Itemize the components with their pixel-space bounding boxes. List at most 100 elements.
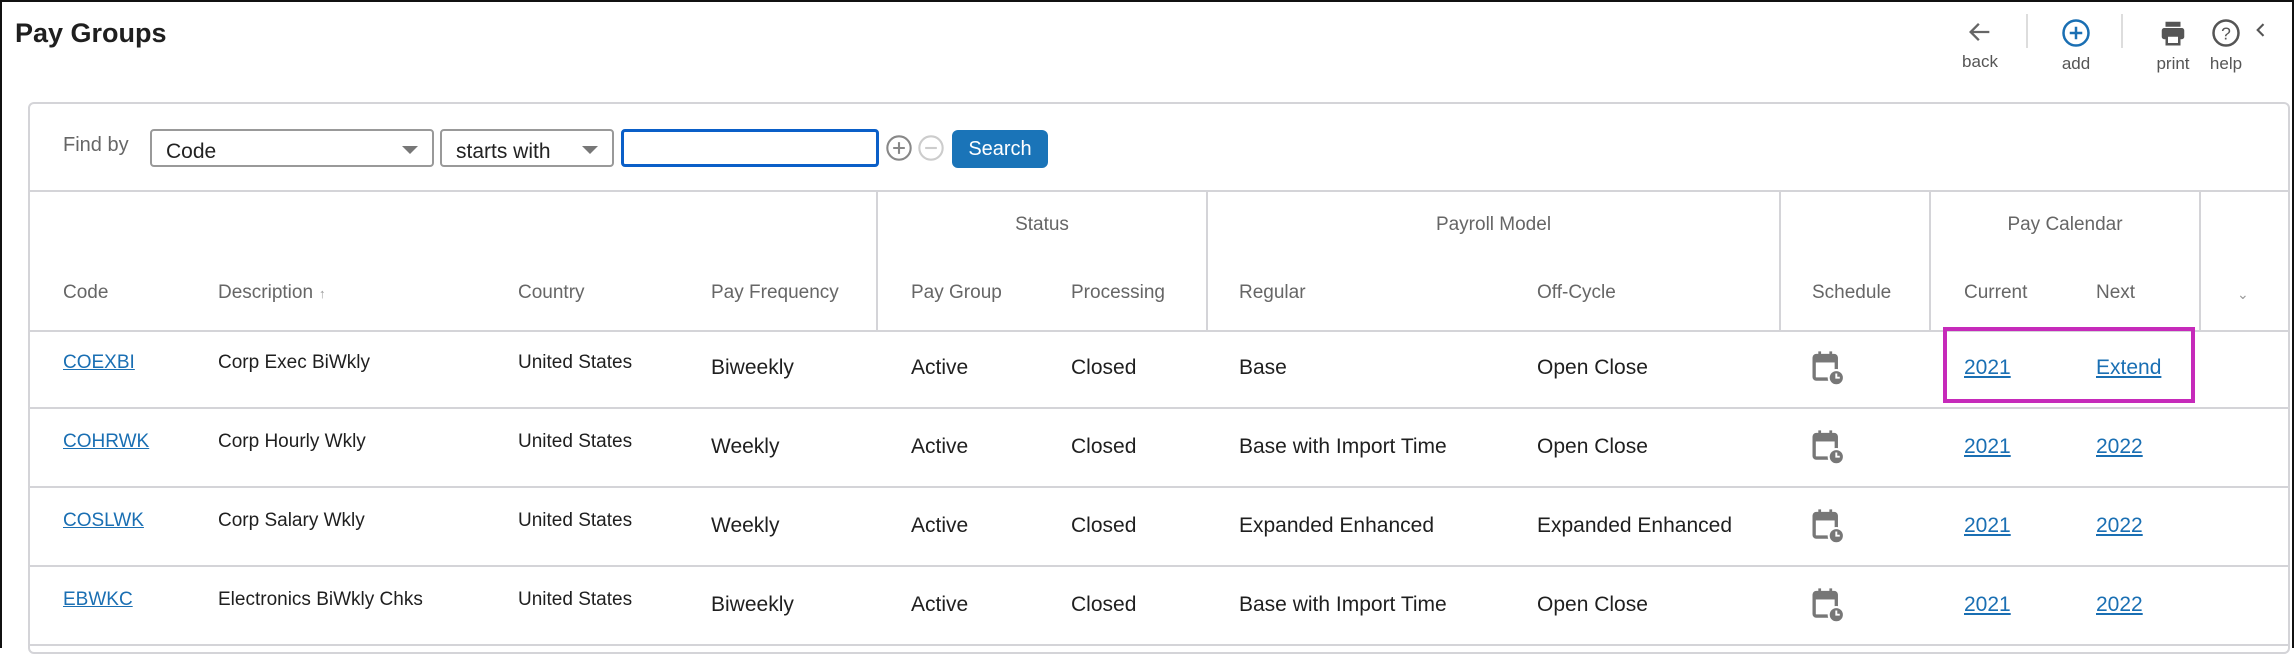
- chevron-left-icon: [2256, 23, 2265, 37]
- pay-group-status-cell: Active: [911, 356, 969, 379]
- search-button[interactable]: Search: [952, 130, 1048, 168]
- print-button[interactable]: print: [2143, 14, 2203, 74]
- sort-ascending-icon: ↑: [319, 286, 326, 301]
- country-cell: United States: [518, 431, 633, 452]
- country-cell: United States: [518, 510, 633, 531]
- regular-model-cell: Base with Import Time: [1239, 593, 1447, 616]
- next-calendar-link[interactable]: 2022: [2096, 514, 2143, 538]
- description-cell: Corp Exec BiWkly: [218, 352, 371, 373]
- current-calendar-link[interactable]: 2021: [1964, 356, 2011, 380]
- pay-groups-panel: Find by Code starts with Search Status P…: [28, 102, 2290, 654]
- column-header-description-label: Description: [218, 282, 314, 303]
- pay-frequency-cell: Biweekly: [711, 593, 794, 616]
- collapse-button[interactable]: [2246, 14, 2276, 48]
- find-by-label: Find by: [63, 134, 129, 156]
- country-cell: United States: [518, 589, 633, 610]
- current-calendar-link[interactable]: 2021: [1964, 435, 2011, 459]
- table-row: COEXBI Corp Exec BiWkly United States Bi…: [30, 330, 2288, 409]
- column-options-chevron-icon[interactable]: ⌄: [2237, 286, 2249, 303]
- arrow-left-icon: [1969, 23, 1990, 41]
- find-field-value: Code: [166, 140, 217, 163]
- off-cycle-model-cell: Open Close: [1537, 593, 1648, 616]
- back-label: back: [1962, 52, 1998, 71]
- calendar-clock-icon[interactable]: [1811, 587, 1845, 623]
- column-header-regular[interactable]: Regular: [1239, 282, 1306, 304]
- page-title: Pay Groups: [15, 18, 167, 48]
- code-link[interactable]: COEXBI: [63, 352, 135, 374]
- question-circle-icon: ?: [2212, 19, 2240, 47]
- calendar-clock-icon[interactable]: [1811, 508, 1845, 544]
- column-header-description[interactable]: Description ↑: [218, 282, 326, 304]
- column-divider: [2199, 190, 2201, 330]
- regular-model-cell: Expanded Enhanced: [1239, 514, 1434, 537]
- group-header-payroll-model: Payroll Model: [1435, 214, 1552, 235]
- code-link[interactable]: COHRWK: [63, 431, 149, 453]
- back-button[interactable]: back: [1950, 14, 2010, 72]
- help-label: help: [2209, 54, 2243, 73]
- column-header-code[interactable]: Code: [63, 282, 108, 304]
- table-row: COHRWK Corp Hourly Wkly United States We…: [30, 409, 2288, 488]
- column-header-pay-group[interactable]: Pay Group: [911, 282, 1002, 304]
- group-header-status: Status: [1015, 214, 1069, 235]
- next-calendar-link[interactable]: 2022: [2096, 593, 2143, 617]
- toolbar: back add print ? help: [1954, 14, 2294, 84]
- search-input[interactable]: [621, 129, 879, 167]
- print-label: print: [2156, 54, 2190, 73]
- column-header-pay-frequency[interactable]: Pay Frequency: [711, 282, 839, 304]
- caret-down-icon: [582, 146, 598, 154]
- column-divider: [876, 190, 878, 330]
- regular-model-cell: Base with Import Time: [1239, 435, 1447, 458]
- add-criteria-icon[interactable]: [885, 134, 913, 162]
- pay-group-status-cell: Active: [911, 514, 969, 537]
- current-calendar-link[interactable]: 2021: [1964, 514, 2011, 538]
- next-calendar-link[interactable]: Extend: [2096, 356, 2161, 380]
- country-cell: United States: [518, 352, 633, 373]
- pay-group-status-cell: Active: [911, 435, 969, 458]
- table-row: EBWKC Electronics BiWkly Chks United Sta…: [30, 567, 2288, 646]
- column-header-next[interactable]: Next: [2096, 282, 2135, 304]
- column-divider: [1206, 190, 1208, 330]
- caret-down-icon: [402, 146, 418, 154]
- toolbar-divider: [2026, 14, 2028, 48]
- code-link[interactable]: EBWKC: [63, 589, 133, 611]
- find-operator-select[interactable]: starts with: [440, 129, 614, 167]
- add-button[interactable]: add: [2046, 14, 2106, 74]
- pay-group-status-cell: Active: [911, 593, 969, 616]
- remove-criteria-icon[interactable]: [917, 134, 945, 162]
- code-link[interactable]: COSLWK: [63, 510, 144, 532]
- printer-icon: [2161, 21, 2185, 46]
- column-header-schedule[interactable]: Schedule: [1812, 282, 1891, 304]
- processing-status-cell: Closed: [1071, 593, 1137, 616]
- description-cell: Corp Hourly Wkly: [218, 431, 366, 452]
- pay-frequency-cell: Biweekly: [711, 356, 794, 379]
- find-field-select[interactable]: Code: [150, 129, 434, 167]
- calendar-clock-icon[interactable]: [1811, 429, 1845, 465]
- description-cell: Corp Salary Wkly: [218, 510, 365, 531]
- add-label: add: [2061, 54, 2091, 73]
- column-header-country[interactable]: Country: [518, 282, 585, 304]
- toolbar-divider: [2121, 14, 2123, 48]
- current-calendar-link[interactable]: 2021: [1964, 593, 2011, 617]
- column-divider: [1929, 190, 1931, 330]
- column-header-current[interactable]: Current: [1964, 282, 2027, 304]
- next-calendar-link[interactable]: 2022: [2096, 435, 2143, 459]
- pay-frequency-cell: Weekly: [711, 435, 780, 458]
- processing-status-cell: Closed: [1071, 356, 1137, 379]
- group-header-pay-calendar: Pay Calendar: [2007, 214, 2123, 235]
- svg-text:?: ?: [2221, 23, 2231, 43]
- pay-frequency-cell: Weekly: [711, 514, 780, 537]
- find-operator-value: starts with: [456, 140, 551, 163]
- off-cycle-model-cell: Open Close: [1537, 435, 1648, 458]
- off-cycle-model-cell: Open Close: [1537, 356, 1648, 379]
- find-bar: Find by Code starts with Search: [30, 104, 2288, 192]
- plus-circle-icon: [2062, 19, 2090, 47]
- processing-status-cell: Closed: [1071, 435, 1137, 458]
- table-row: COSLWK Corp Salary Wkly United States We…: [30, 488, 2288, 567]
- calendar-clock-icon[interactable]: [1811, 350, 1845, 386]
- table-header: Status Payroll Model Pay Calendar Code D…: [30, 190, 2288, 332]
- column-divider: [1779, 190, 1781, 330]
- processing-status-cell: Closed: [1071, 514, 1137, 537]
- column-header-processing[interactable]: Processing: [1071, 282, 1165, 304]
- column-header-off-cycle[interactable]: Off-Cycle: [1537, 282, 1616, 304]
- description-cell: Electronics BiWkly Chks: [218, 589, 423, 610]
